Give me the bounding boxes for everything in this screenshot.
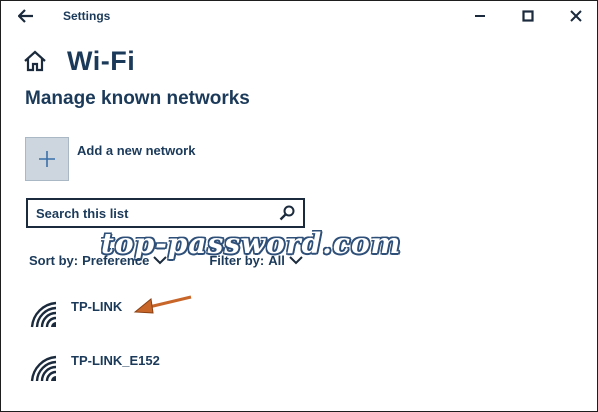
network-list-item[interactable]: TP-LINK_E152 — [29, 351, 160, 391]
chevron-down-icon — [153, 255, 169, 267]
settings-window: Settings Wi-Fi Manage known networks Add… — [0, 0, 598, 412]
page-header: Wi-Fi — [23, 43, 135, 79]
search-input[interactable] — [28, 200, 275, 226]
title-bar: Settings — [1, 1, 597, 31]
network-name: TP-LINK — [71, 299, 123, 314]
wifi-signal-icon — [30, 301, 57, 328]
back-arrow-icon — [18, 9, 33, 23]
network-list-item[interactable]: TP-LINK — [29, 297, 122, 337]
add-network-button[interactable]: Add a new network — [25, 137, 195, 181]
page-title: Wi-Fi — [67, 45, 136, 76]
pointer-arrow-icon — [133, 295, 192, 314]
search-button[interactable] — [275, 201, 299, 225]
window-title: Settings — [63, 9, 111, 23]
minimize-icon — [475, 15, 485, 17]
home-icon — [24, 50, 46, 72]
back-button[interactable] — [11, 5, 41, 27]
wifi-signal-icon — [30, 355, 57, 382]
sort-label: Sort by: — [29, 253, 79, 268]
add-network-label: Add a new network — [77, 143, 196, 158]
filter-value: All — [268, 253, 285, 268]
search-box[interactable] — [26, 198, 305, 228]
chevron-down-icon — [289, 255, 305, 267]
filter-label: Filter by: — [209, 253, 265, 268]
close-icon — [570, 10, 582, 22]
network-name: TP-LINK_E152 — [71, 353, 160, 368]
sort-filter-row: Sort by: Preference Filter by: All — [29, 253, 305, 268]
sort-value: Preference — [82, 253, 150, 268]
search-icon — [279, 205, 295, 221]
section-title: Manage known networks — [25, 88, 250, 109]
filter-dropdown[interactable]: Filter by: All — [209, 253, 305, 268]
add-network-tile[interactable] — [25, 137, 69, 181]
plus-icon — [39, 151, 55, 167]
maximize-button[interactable] — [511, 5, 545, 27]
minimize-button[interactable] — [463, 5, 497, 27]
maximize-icon — [522, 10, 534, 22]
home-button[interactable] — [23, 48, 49, 74]
sort-dropdown[interactable]: Sort by: Preference — [29, 253, 169, 268]
close-button[interactable] — [559, 5, 593, 27]
